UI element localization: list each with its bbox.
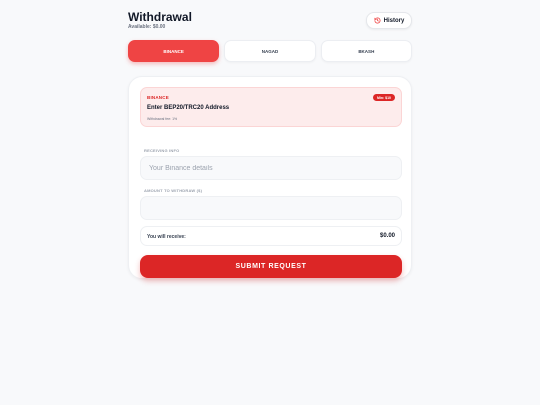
available-balance: Available: $0.00 <box>128 24 166 30</box>
method-info-box: BINANCE Min: $10 Enter BEP20/TRC20 Addre… <box>140 87 402 127</box>
method-instruction: Enter BEP20/TRC20 Address <box>147 105 230 111</box>
withdrawal-page: Withdrawal Available: $0.00 History BINA… <box>128 10 412 279</box>
history-label: History <box>383 17 405 24</box>
min-amount-badge: Min: $10 <box>372 94 395 101</box>
page-header: Withdrawal Available: $0.00 History <box>128 10 412 32</box>
tab-binance[interactable]: BINANCE <box>128 40 220 62</box>
tab-bkash[interactable]: BKASH <box>320 40 412 62</box>
submit-request-button[interactable]: SUBMIT REQUEST <box>140 255 402 278</box>
receiving-info-label: RECEIVING INFO <box>144 148 180 153</box>
amount-label: AMOUNT TO WITHDRAW ($) <box>144 188 203 193</box>
receiving-info-input[interactable] <box>140 156 402 180</box>
amount-input[interactable] <box>140 196 402 220</box>
tab-nagad[interactable]: NAGAD <box>224 40 316 62</box>
history-icon <box>374 17 381 24</box>
receive-amount: $0.00 <box>379 233 395 239</box>
page-title: Withdrawal <box>128 10 192 24</box>
withdrawal-fee: Withdrawal fee: 1% <box>147 117 178 121</box>
receive-label: You will receive: <box>147 234 186 240</box>
method-name: BINANCE <box>147 95 169 100</box>
history-button[interactable]: History <box>366 12 412 29</box>
receive-summary: You will receive: $0.00 <box>140 226 402 246</box>
withdraw-form-card: BINANCE Min: $10 Enter BEP20/TRC20 Addre… <box>128 76 412 279</box>
method-tabs: BINANCE NAGAD BKASH <box>128 40 412 62</box>
